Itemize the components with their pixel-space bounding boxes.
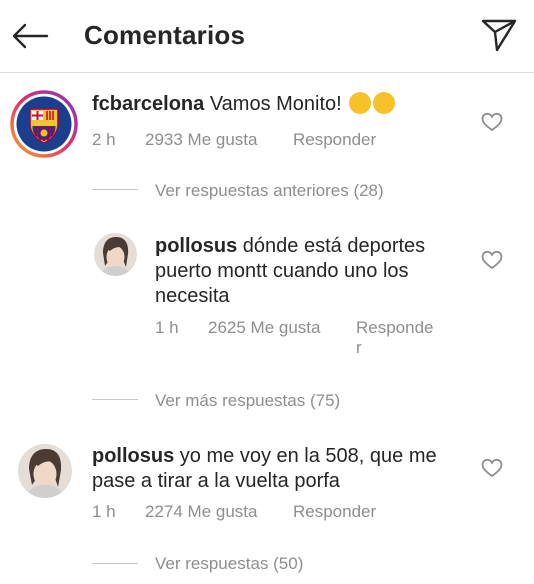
separator-line	[92, 189, 138, 190]
profile-photo-icon	[18, 444, 72, 498]
back-arrow-icon	[12, 23, 49, 49]
reply-likes-1[interactable]: 2625 Me gusta	[208, 318, 320, 338]
comment-time-1: 2 h	[92, 130, 116, 149]
page-title: Comentarios	[84, 20, 246, 50]
comment-text-3-line-2: pase a tirar a la vuelta porfa	[92, 470, 340, 492]
comment-username-1[interactable]: fcbarcelona	[92, 93, 204, 115]
profile-photo-icon	[94, 233, 137, 276]
separator-line	[92, 563, 138, 564]
reply-button-2[interactable]: Responde r	[356, 318, 434, 358]
back-button[interactable]	[10, 18, 50, 54]
view-previous-replies[interactable]: Ver respuestas anteriores (28)	[155, 181, 384, 201]
reply-time-1: 1 h	[155, 318, 179, 337]
avatar-pollosus-reply[interactable]	[94, 233, 137, 276]
comment-likes-1[interactable]: 2933 Me gusta	[145, 130, 257, 150]
comment-username-3[interactable]: pollosus	[92, 445, 174, 467]
reply-username-1[interactable]: pollosus	[155, 235, 237, 257]
reply-text-1: pollosus dónde está deportes	[155, 235, 426, 257]
header: Comentarios	[0, 0, 534, 73]
reply-label-line-2: r	[356, 338, 362, 357]
comment-time-3: 1 h	[92, 502, 116, 521]
send-icon	[481, 19, 517, 52]
direct-message-button[interactable]	[480, 16, 518, 54]
hugging-emoji-icon	[373, 92, 396, 114]
reply-text-line-3: necesita	[155, 285, 230, 307]
comment-text-1: fcbarcelona Vamos Monito!	[92, 92, 396, 117]
reply-text-line-2: puerto montt cuando uno los	[155, 260, 409, 282]
like-heart-icon[interactable]	[481, 458, 503, 478]
smiling-emoji-icon	[349, 92, 372, 114]
avatar-fcbarcelona[interactable]	[10, 90, 78, 158]
view-more-replies[interactable]: Ver más respuestas (75)	[155, 391, 340, 411]
comment-likes-3[interactable]: 2274 Me gusta	[145, 502, 257, 522]
avatar-pollosus[interactable]	[18, 444, 72, 498]
like-heart-icon[interactable]	[481, 112, 503, 132]
view-replies[interactable]: Ver respuestas (50)	[155, 554, 303, 574]
reply-button-1[interactable]: Responder	[293, 130, 376, 150]
story-ring-icon	[10, 90, 78, 158]
comment-text-3: pollosus yo me voy en la 508, que me	[92, 445, 437, 467]
reply-button-3[interactable]: Responder	[293, 502, 376, 522]
reply-label-line-1: Responde	[356, 318, 434, 337]
separator-line	[92, 399, 138, 400]
like-heart-icon[interactable]	[481, 250, 503, 270]
